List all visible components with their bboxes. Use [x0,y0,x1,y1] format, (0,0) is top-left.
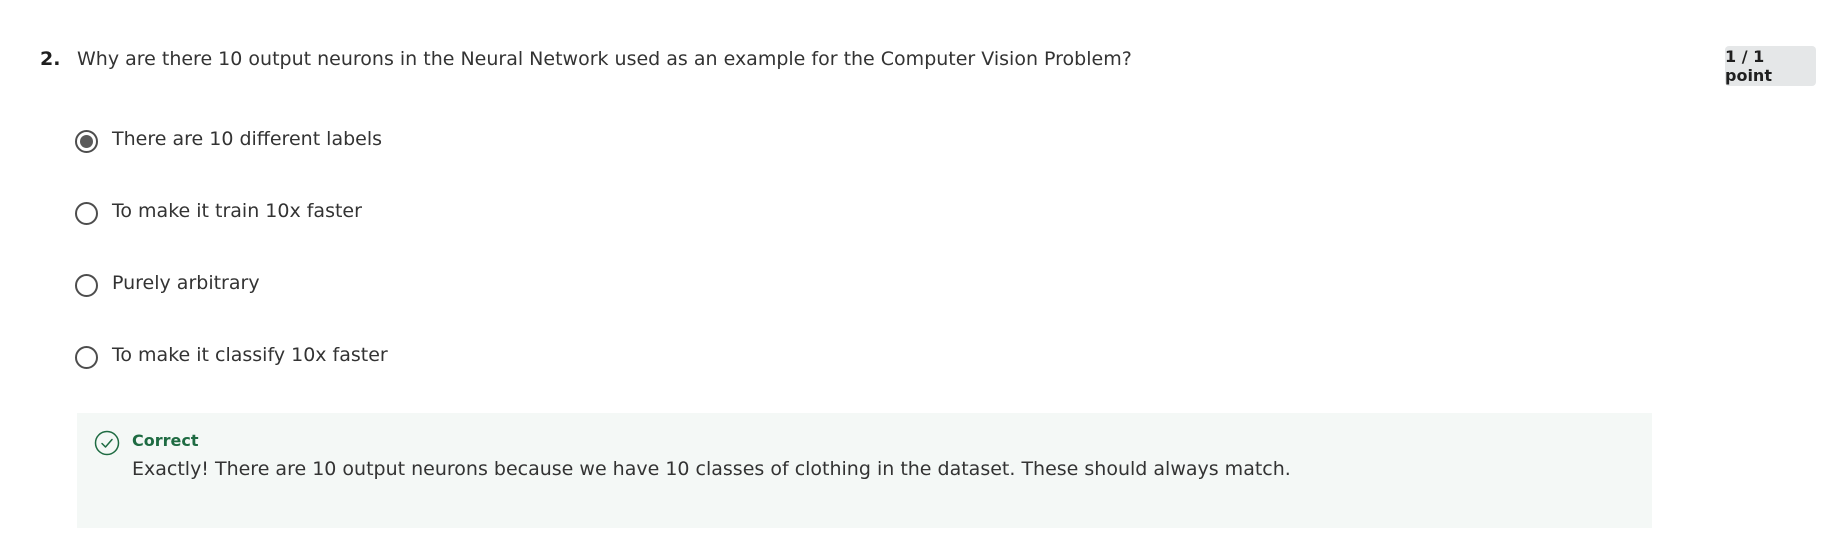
question-text: Why are there 10 output neurons in the N… [77,48,1132,70]
feedback-text: Exactly! There are 10 output neurons bec… [132,458,1291,480]
option-label: To make it classify 10x faster [112,344,388,366]
feedback-panel: Correct Exactly! There are 10 output neu… [77,413,1652,528]
radio-unselected-icon[interactable] [75,273,98,297]
radio-unselected-icon[interactable] [75,201,98,225]
option-label: There are 10 different labels [112,128,383,150]
points-badge: 1 / 1 point [1725,46,1816,86]
option-radio-3[interactable]: Purely arbitrary [75,268,260,298]
radio-unselected-icon[interactable] [75,345,98,369]
option-radio-4[interactable]: To make it classify 10x faster [75,340,388,370]
feedback-title: Correct [132,431,199,450]
check-circle-icon [94,430,120,456]
option-label: Purely arbitrary [112,272,260,294]
option-radio-1[interactable]: There are 10 different labels [75,124,382,154]
option-radio-2[interactable]: To make it train 10x faster [75,196,362,226]
radio-selected-icon[interactable] [75,129,98,153]
question-number: 2. [40,48,61,70]
option-label: To make it train 10x faster [112,200,362,222]
